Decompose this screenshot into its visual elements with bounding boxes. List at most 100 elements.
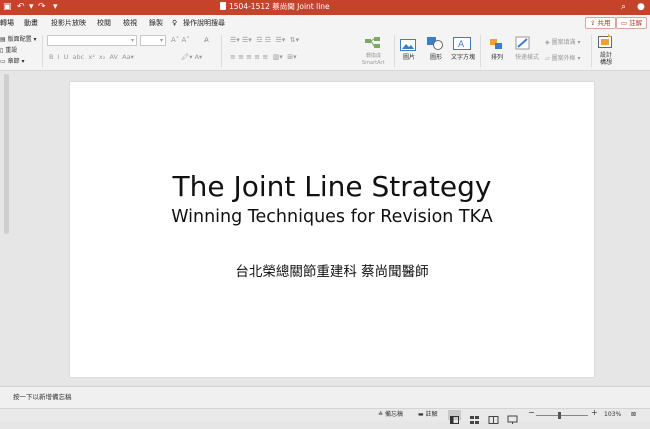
section-icon: ▭: [0, 58, 6, 65]
account-icon[interactable]: ●: [637, 1, 645, 13]
notes-pane[interactable]: 按一下以新增備忘稿: [0, 386, 650, 408]
clear-format-icon[interactable]: A̷: [204, 36, 209, 45]
shape-fill-label: 圖案填滿: [551, 39, 576, 46]
shape-fill-button[interactable]: ◈ 圖案填滿 ▾: [545, 39, 581, 47]
zoom-out-icon[interactable]: −: [528, 409, 535, 417]
textbox-icon[interactable]: A: [453, 35, 471, 54]
reset-icon: ▯: [0, 47, 4, 54]
font-name-dropdown[interactable]: ▾: [47, 35, 137, 46]
chevron-down-icon[interactable]: ▾: [29, 1, 34, 13]
tab-record[interactable]: 錄製: [149, 18, 163, 28]
reset-label: 重設: [5, 47, 18, 54]
section-button[interactable]: ▭ 章節 ▾: [0, 58, 25, 66]
layout-label: 版面配置: [7, 36, 32, 43]
share-icon: ⇪: [590, 19, 596, 27]
chevron-down-icon: ▾: [33, 36, 37, 43]
document-icon: [220, 2, 226, 10]
layout-icon: ▤: [0, 36, 6, 43]
reading-view-button[interactable]: [487, 410, 500, 424]
ribbon-divider: [480, 35, 481, 67]
zoom-slider[interactable]: [536, 415, 588, 416]
outline-icon: ▱: [545, 55, 550, 62]
design-ideas-icon[interactable]: [598, 34, 614, 53]
alignment-icons[interactable]: ≡ ≡ ≡ ≡ ≡ ▥▾ ⊞▾: [230, 53, 297, 62]
shapes-label[interactable]: 圖形: [430, 54, 442, 62]
title-bar: ▣ ↶ ▾ ↷ ▾ 1504-1512 蔡尚聞 Joint line ⌕ ●: [0, 0, 650, 15]
section-label: 章節: [7, 58, 20, 65]
ribbon: ▤ 版面配置 ▾ ▯ 重設 ▭ 章節 ▾ ▾ ▾ A˄ A˅ A̷ B I U …: [0, 31, 650, 71]
slideshow-view-button[interactable]: [506, 410, 519, 424]
comments-toggle-button[interactable]: ▬ 註解: [418, 411, 438, 419]
comments-label: 註解: [629, 19, 643, 27]
status-bar: ≙ 備忘稿 ▬ 註解 − + 103% ⊠: [0, 408, 650, 424]
search-icon[interactable]: ⌕: [621, 1, 626, 13]
ribbon-divider: [42, 35, 43, 67]
customize-toolbar-icon[interactable]: ▾: [53, 1, 58, 13]
reset-button[interactable]: ▯ 重設: [0, 47, 17, 55]
notes-toggle-button[interactable]: ≙ 備忘稿: [378, 411, 403, 419]
comments-button[interactable]: ▭ 註解: [616, 17, 648, 29]
thumbnail-scrollbar[interactable]: [4, 74, 9, 234]
ribbon-divider: [394, 35, 395, 67]
ribbon-tabs: 轉場 動畫 投影片放映 校閱 檢視 錄製 ♀ 操作說明搜尋 ⇪ 共用 ▭ 註解: [0, 15, 650, 31]
quick-styles-label[interactable]: 快速樣式: [515, 54, 539, 62]
picture-icon[interactable]: [400, 36, 416, 55]
zoom-slider-thumb[interactable]: [558, 412, 561, 419]
comment-icon: ▭: [621, 19, 628, 27]
zoom-level[interactable]: 103%: [604, 411, 621, 419]
share-button[interactable]: ⇪ 共用: [585, 17, 616, 29]
tab-animations[interactable]: 動畫: [24, 18, 38, 28]
tab-transitions[interactable]: 轉場: [0, 18, 14, 28]
text-format-icons[interactable]: B I U abc x² x₂ AV Aa▾: [49, 53, 134, 62]
tab-review[interactable]: 校閱: [97, 18, 111, 28]
increase-font-icon[interactable]: A˄ A˅: [171, 36, 190, 45]
slide-title[interactable]: The Joint Line Strategy: [70, 170, 594, 204]
comments-toggle-label: 註解: [425, 411, 438, 418]
save-icon[interactable]: ▣: [3, 1, 12, 13]
share-label: 共用: [597, 19, 611, 27]
textbox-label[interactable]: 文字方塊: [451, 54, 475, 62]
slide-sorter-view-button[interactable]: [468, 410, 481, 424]
notes-toggle-label: 備忘稿: [384, 411, 403, 418]
quick-styles-icon[interactable]: [515, 35, 531, 54]
comment-icon: ▬: [418, 411, 424, 418]
arrange-icon[interactable]: [489, 36, 505, 55]
normal-view-button[interactable]: [448, 410, 461, 424]
notes-placeholder[interactable]: 按一下以新增備忘稿: [13, 393, 72, 402]
picture-label[interactable]: 圖片: [403, 54, 415, 62]
design-ideas-label-2: 構想: [600, 59, 613, 66]
svg-text:A: A: [458, 40, 465, 50]
smartart-label: SmartArt: [362, 60, 385, 66]
layout-button[interactable]: ▤ 版面配置 ▾: [0, 36, 37, 44]
tell-me-search[interactable]: 操作說明搜尋: [183, 18, 225, 28]
smartart-icon[interactable]: [364, 35, 382, 49]
zoom-in-icon[interactable]: +: [591, 409, 598, 417]
undo-icon[interactable]: ↶: [17, 1, 25, 13]
tab-slideshow[interactable]: 投影片放映: [51, 18, 86, 28]
chevron-down-icon: ▾: [159, 37, 163, 44]
document-title-text: 1504-1512 蔡尚聞 Joint line: [229, 2, 330, 11]
shape-outline-button[interactable]: ▱ 圖案外框 ▾: [545, 55, 581, 63]
chevron-down-icon: ▾: [21, 58, 25, 65]
redo-icon[interactable]: ↷: [38, 1, 46, 13]
slide-canvas[interactable]: The Joint Line Strategy Winning Techniqu…: [70, 82, 594, 377]
slide-subtitle[interactable]: Winning Techniques for Revision TKA: [70, 206, 594, 228]
font-size-dropdown[interactable]: ▾: [140, 35, 166, 46]
ribbon-divider: [221, 35, 222, 67]
chevron-down-icon: ▾: [130, 37, 134, 44]
chevron-down-icon: ▾: [577, 55, 581, 62]
tab-view[interactable]: 檢視: [123, 18, 137, 28]
shape-outline-label: 圖案外框: [551, 55, 576, 62]
slide-author[interactable]: 台北榮總關節重建科 蔡尚聞醫師: [70, 263, 594, 281]
notes-icon: ≙: [378, 411, 384, 418]
ribbon-divider: [591, 35, 592, 67]
shapes-icon[interactable]: [426, 35, 444, 54]
arrange-label[interactable]: 排列: [491, 54, 503, 62]
lightbulb-icon: ♀: [172, 19, 178, 27]
fit-to-window-icon[interactable]: ⊠: [631, 411, 636, 419]
paint-bucket-icon: ◈: [545, 39, 550, 46]
chevron-down-icon: ▾: [577, 39, 581, 46]
document-title: 1504-1512 蔡尚聞 Joint line: [220, 1, 330, 13]
font-color-icons[interactable]: 🖍▾ A▾: [181, 53, 202, 62]
bullets-icons[interactable]: ☰▾ ☰▾ ☲ ☲ ☰▾ ⇅▾: [230, 36, 299, 45]
